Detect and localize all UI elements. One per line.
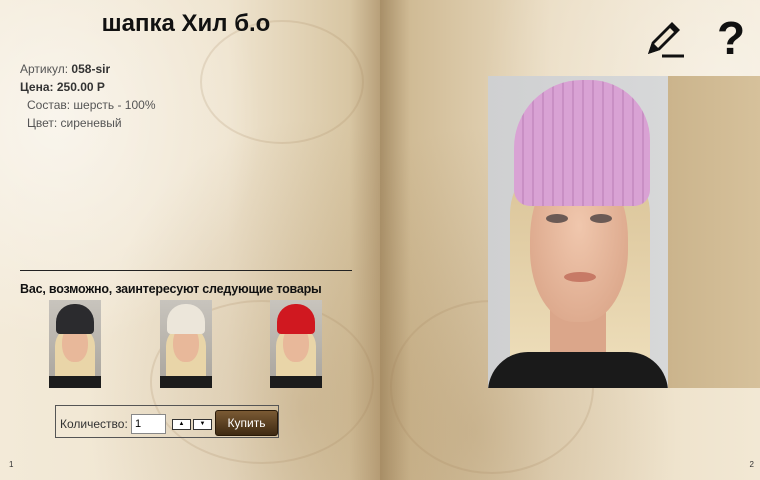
right-page: ? 2 [380,0,760,480]
product-title: шапка Хил б.о [101,10,271,37]
page-number-right: 2 [749,460,754,469]
quantity-down-button[interactable]: ▼ [193,419,212,430]
related-product-thumbnail[interactable] [49,300,101,388]
product-info: Артикул: 058-sir Цена: 250.00 Р Состав: … [20,60,156,132]
sku-row: Артикул: 058-sir [20,60,156,78]
composition-text: Состав: шерсть - 100% [27,98,156,112]
related-product-thumbnail[interactable] [160,300,212,388]
sku-label: Артикул: [20,62,69,76]
price-row: Цена: 250.00 Р [20,78,156,96]
price-label: Цена: [20,80,54,94]
price-value: 250.00 Р [56,80,105,94]
related-products-title: Вас, возможно, заинтересуют следующие то… [20,282,322,296]
hat-shape [56,304,94,334]
section-divider [20,270,352,271]
order-panel: Количество: ▲ ▼ Купить [55,405,279,438]
hat-shape [514,80,650,206]
page-number-left: 1 [9,460,14,469]
left-page: шапка Хил б.о Артикул: 058-sir Цена: 250… [0,0,380,480]
product-main-image [488,76,668,388]
related-product-thumbnail[interactable] [270,300,322,388]
color-text: Цвет: сиреневый [27,116,122,130]
sku-value: 058-sir [71,62,111,76]
help-icon[interactable]: ? [714,14,748,62]
buy-button[interactable]: Купить [215,410,278,436]
quantity-label: Количество: [60,417,128,431]
photo-backdrop [668,76,760,388]
quantity-up-button[interactable]: ▲ [172,419,191,430]
hat-shape [167,304,205,334]
quantity-input[interactable] [131,414,166,434]
decor-swirl [200,20,364,144]
hat-shape [277,304,315,334]
pencil-edit-icon[interactable] [640,14,688,62]
